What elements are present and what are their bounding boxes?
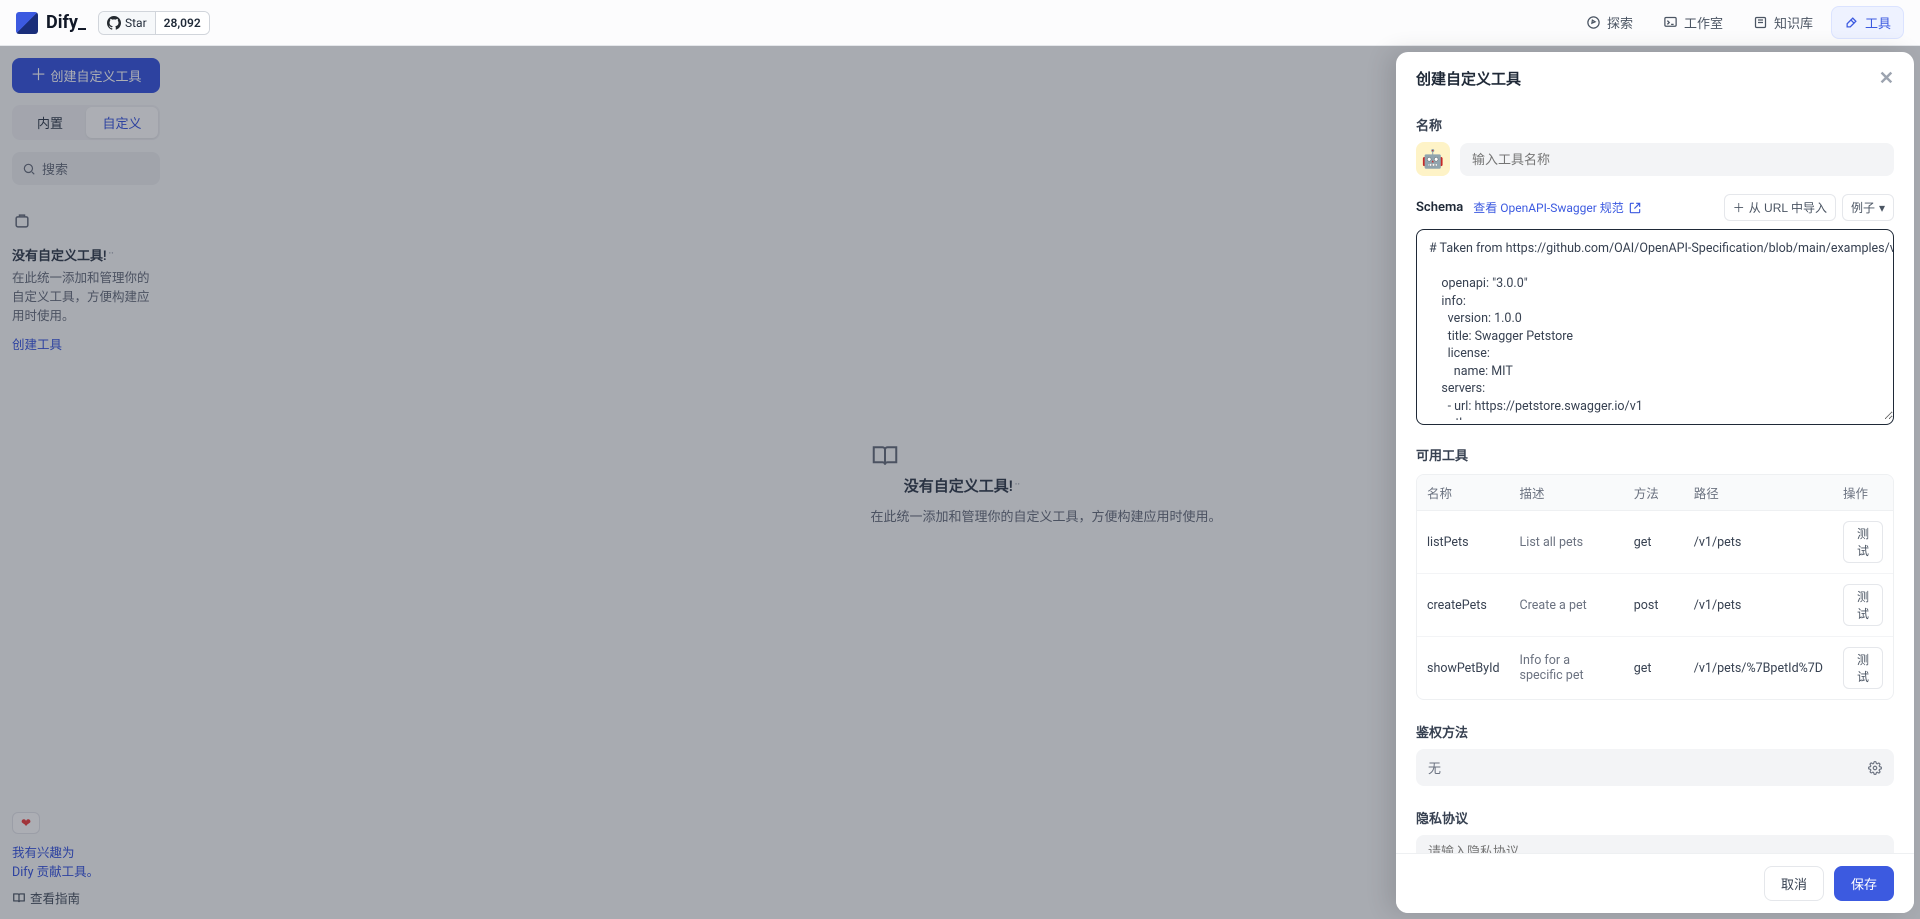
cell-method: get xyxy=(1624,511,1684,574)
nav-explore[interactable]: 探索 xyxy=(1574,7,1645,38)
book-icon xyxy=(1753,15,1768,30)
schema-textarea[interactable] xyxy=(1417,230,1893,420)
auth-selector[interactable]: 无 xyxy=(1416,749,1894,786)
privacy-input[interactable] xyxy=(1416,835,1894,853)
terminal-icon xyxy=(1663,15,1678,30)
import-from-url-button[interactable]: ＋ 从 URL 中导入 xyxy=(1724,194,1836,221)
openapi-spec-link[interactable]: 查看 OpenAPI-Swagger 规范 xyxy=(1473,199,1642,216)
logo-mark xyxy=(16,12,38,34)
col-method: 方法 xyxy=(1624,475,1684,511)
plus-icon: ＋ xyxy=(1733,199,1745,216)
gear-icon[interactable] xyxy=(1868,761,1882,775)
github-icon xyxy=(107,16,121,30)
available-tools-label: 可用工具 xyxy=(1416,445,1894,464)
cell-name: showPetById xyxy=(1417,637,1510,700)
col-op: 操作 xyxy=(1833,475,1893,511)
github-star-label: Star xyxy=(125,16,147,30)
logo-text: Dify_ xyxy=(46,12,86,33)
compass-icon xyxy=(1586,15,1601,30)
cell-desc: Info for a specific pet xyxy=(1510,637,1624,700)
save-button[interactable]: 保存 xyxy=(1834,866,1894,901)
logo[interactable]: Dify_ xyxy=(16,12,86,34)
create-tool-drawer: 创建自定义工具 ✕ 名称 🤖 Schema 查看 OpenAPI-Swagger… xyxy=(1396,52,1914,913)
cell-name: listPets xyxy=(1417,511,1510,574)
external-link-icon xyxy=(1628,201,1642,215)
cell-desc: List all pets xyxy=(1510,511,1624,574)
tool-avatar[interactable]: 🤖 xyxy=(1416,142,1450,176)
cell-path: /v1/pets/%7BpetId%7D xyxy=(1684,637,1833,700)
auth-label: 鉴权方法 xyxy=(1416,722,1894,741)
col-desc: 描述 xyxy=(1510,475,1624,511)
chevron-down-icon: ▾ xyxy=(1879,201,1885,215)
table-row: showPetByIdInfo for a specific petget/v1… xyxy=(1417,637,1893,700)
test-button[interactable]: 测试 xyxy=(1843,647,1883,689)
nav-knowledge[interactable]: 知识库 xyxy=(1741,7,1825,38)
top-bar: Dify_ Star 28,092 探索 工作室 知识库 工具 xyxy=(0,0,1920,46)
cell-method: post xyxy=(1624,574,1684,637)
drawer-title: 创建自定义工具 xyxy=(1416,68,1521,89)
cell-path: /v1/pets xyxy=(1684,511,1833,574)
tool-name-input[interactable] xyxy=(1460,143,1894,176)
cell-method: get xyxy=(1624,637,1684,700)
schema-label: Schema xyxy=(1416,200,1463,215)
hammer-icon xyxy=(1844,15,1859,30)
available-tools-table: 名称 描述 方法 路径 操作 listPetsList all petsget/… xyxy=(1417,475,1893,699)
test-button[interactable]: 测试 xyxy=(1843,521,1883,563)
cell-desc: Create a pet xyxy=(1510,574,1624,637)
col-name: 名称 xyxy=(1417,475,1510,511)
cell-path: /v1/pets xyxy=(1684,574,1833,637)
github-star-count: 28,092 xyxy=(155,12,209,34)
cell-name: createPets xyxy=(1417,574,1510,637)
examples-dropdown[interactable]: 例子 ▾ xyxy=(1842,194,1894,221)
github-star-badge[interactable]: Star 28,092 xyxy=(98,11,210,35)
nav-studio[interactable]: 工作室 xyxy=(1651,7,1735,38)
table-row: listPetsList all petsget/v1/pets测试 xyxy=(1417,511,1893,574)
top-nav: 探索 工作室 知识库 工具 xyxy=(1574,6,1904,39)
close-icon[interactable]: ✕ xyxy=(1879,68,1894,89)
privacy-label: 隐私协议 xyxy=(1416,808,1894,827)
col-path: 路径 xyxy=(1684,475,1833,511)
cancel-button[interactable]: 取消 xyxy=(1764,866,1824,901)
name-label: 名称 xyxy=(1416,115,1894,134)
nav-tools[interactable]: 工具 xyxy=(1831,6,1904,39)
test-button[interactable]: 测试 xyxy=(1843,584,1883,626)
table-row: createPetsCreate a petpost/v1/pets测试 xyxy=(1417,574,1893,637)
